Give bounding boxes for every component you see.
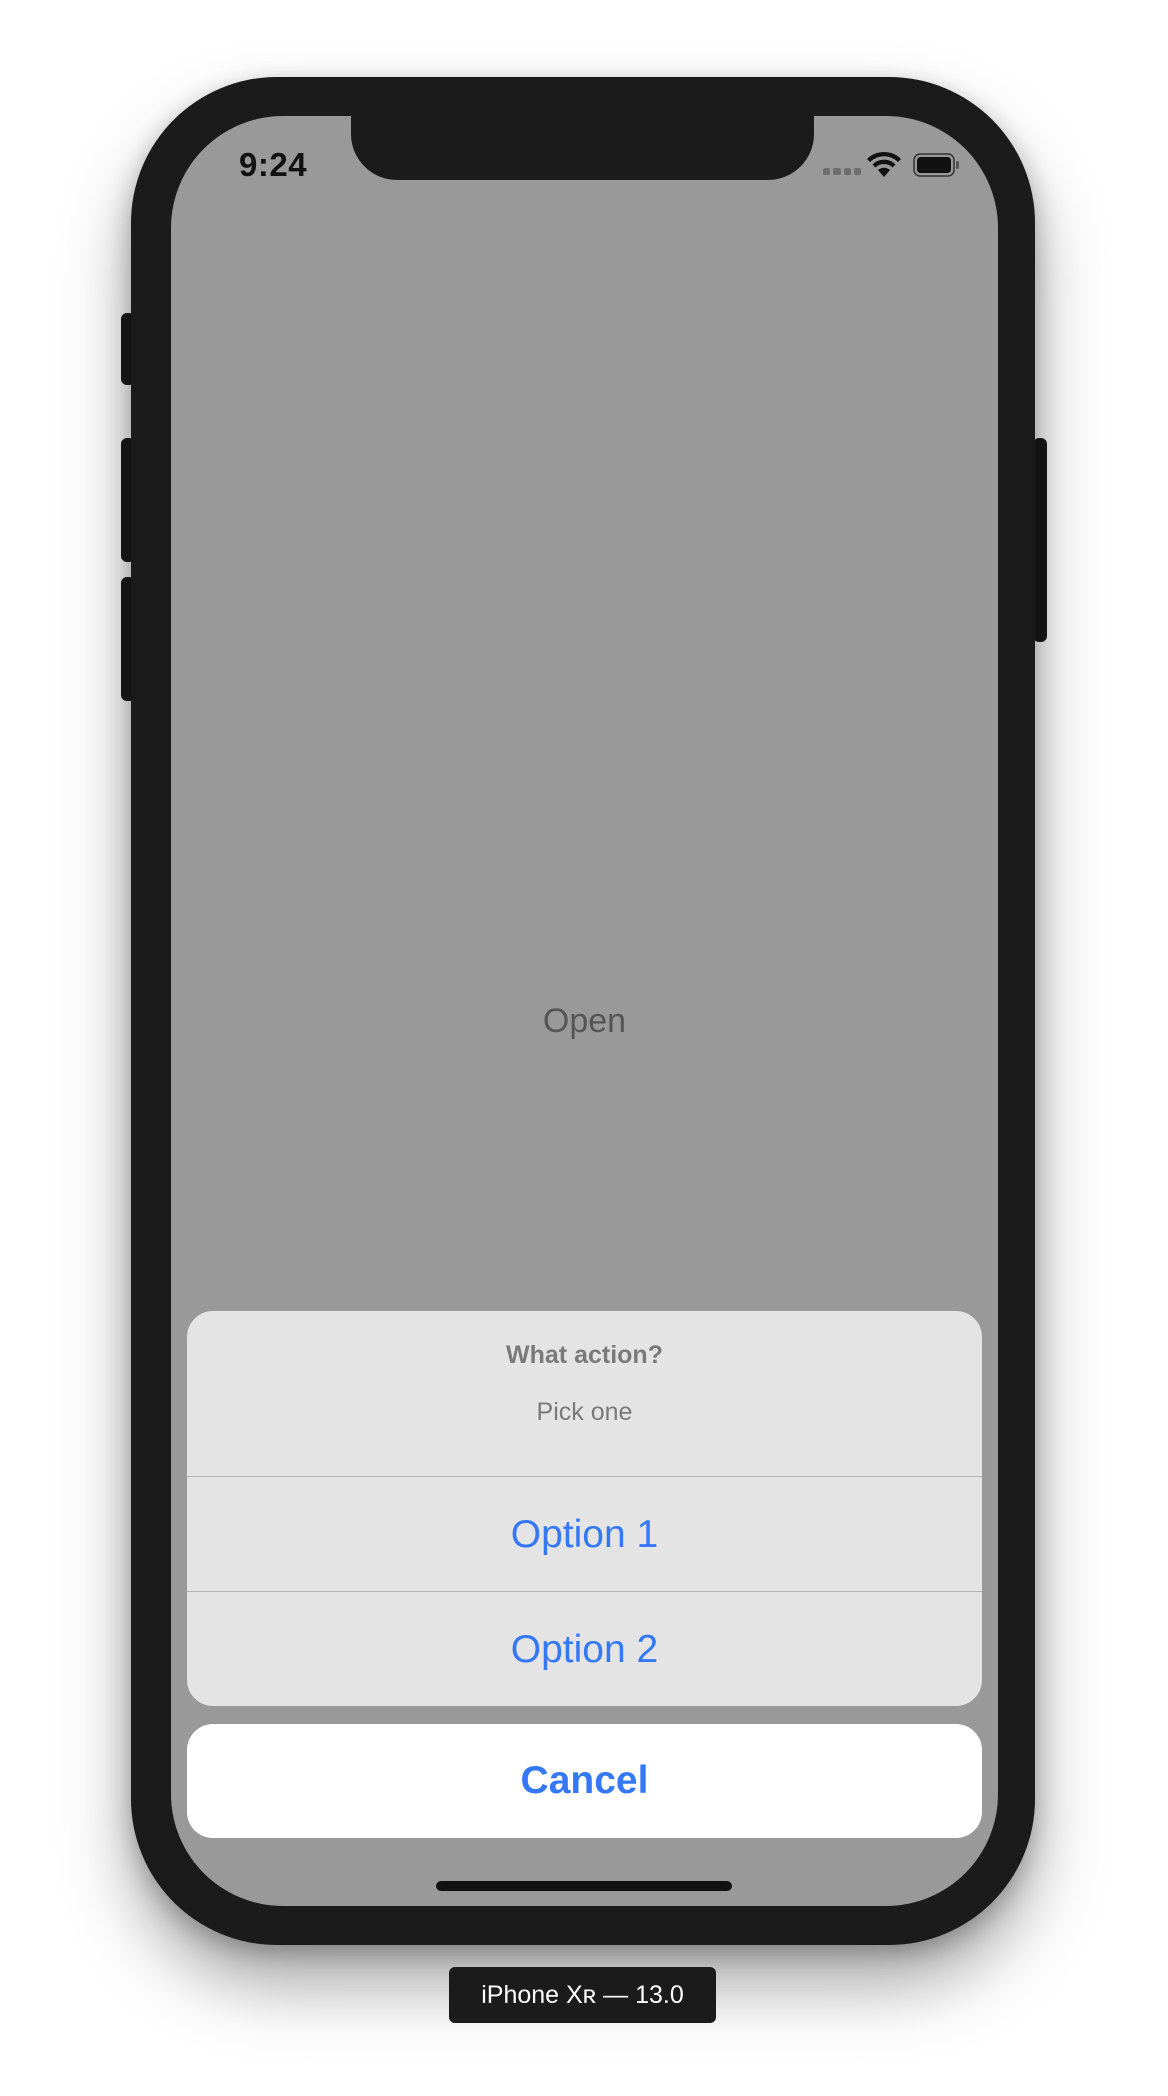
wifi-icon xyxy=(867,151,901,177)
side-button xyxy=(1033,438,1047,642)
action-sheet-message: Pick one xyxy=(536,1398,633,1426)
option-2-button[interactable]: Option 2 xyxy=(187,1592,982,1706)
action-sheet: What action? Pick one Option 1 Option 2 xyxy=(187,1311,982,1706)
cellular-signal-icon xyxy=(823,168,861,176)
action-sheet-header: What action? Pick one xyxy=(187,1311,982,1477)
action-sheet-title: What action? xyxy=(506,1341,663,1369)
simulator-window: 9:24 Open What action? Pick one Option 1… xyxy=(0,0,1168,2096)
battery-icon xyxy=(913,153,959,177)
status-bar-time: 9:24 xyxy=(239,146,308,183)
cancel-button[interactable]: Cancel xyxy=(187,1724,982,1838)
home-indicator[interactable] xyxy=(436,1881,732,1891)
notch xyxy=(351,116,814,180)
device-name-label: iPhone Xʀ — 13.0 xyxy=(449,1967,716,2023)
device-screen: 9:24 Open What action? Pick one Option 1… xyxy=(171,116,998,1906)
option-1-button[interactable]: Option 1 xyxy=(187,1477,982,1592)
open-button[interactable]: Open xyxy=(171,1002,998,1041)
